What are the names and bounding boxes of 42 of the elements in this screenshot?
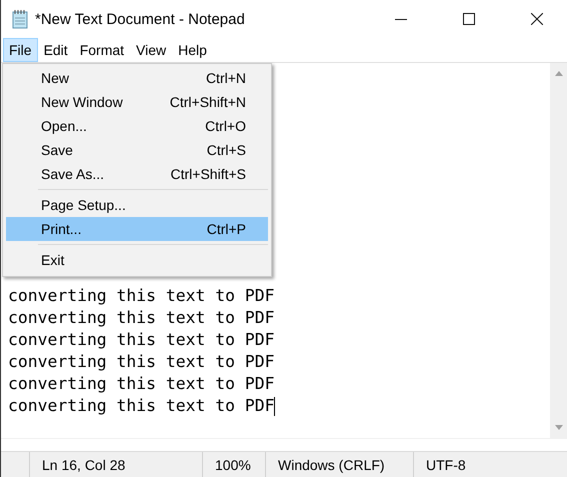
zoom-level: 100%: [202, 452, 265, 477]
text-line: converting this text to PDF: [8, 373, 276, 395]
shortcut-text: Ctrl+P: [206, 221, 246, 237]
menu-item[interactable]: Page Setup...: [6, 193, 268, 217]
text-cursor: [274, 396, 276, 416]
text-line: converting this text to PDF: [8, 351, 276, 373]
menu-item-label: Save As...: [41, 166, 104, 182]
menu-bar-item[interactable]: Format: [74, 38, 130, 62]
menu-item[interactable]: Save Ctrl+S: [6, 138, 268, 162]
notepad-icon: [11, 9, 29, 29]
menu-item-label: Exit: [41, 252, 64, 268]
encoding: UTF-8: [413, 452, 567, 477]
close-icon[interactable]: [531, 13, 543, 25]
line-endings: Windows (CRLF): [265, 452, 413, 477]
menu-item[interactable]: New Ctrl+N: [6, 66, 268, 90]
shortcut-text: Ctrl+Shift+S: [170, 166, 246, 182]
shortcut-text: Ctrl+S: [206, 142, 246, 158]
shortcut-text: Ctrl+O: [205, 118, 246, 134]
menu-item[interactable]: Print... Ctrl+P: [6, 217, 268, 241]
window-title: *New Text Document - Notepad: [35, 10, 245, 28]
menu-bar-item[interactable]: File: [3, 38, 38, 62]
menu-item-label: Open...: [41, 118, 87, 134]
menu-item-label: New: [41, 70, 70, 86]
menu-item[interactable]: Open... Ctrl+O: [6, 114, 268, 138]
shortcut-text: Ctrl+Shift+N: [170, 94, 246, 110]
text-line: converting this text to PDF: [8, 307, 276, 329]
menu-item[interactable]: New Window Ctrl+Shift+N: [6, 90, 268, 114]
text-line: converting this text to PDF: [8, 285, 276, 307]
shortcut-text: Ctrl+N: [206, 70, 246, 86]
menu-item-label: Print...: [41, 221, 82, 237]
menu-item-label: Save: [41, 142, 73, 158]
menu-item-label: New Window: [41, 94, 123, 110]
menu-item[interactable]: Save As... Ctrl+Shift+S: [6, 162, 268, 186]
menu-item[interactable]: Exit: [6, 248, 268, 272]
menu-bar-item[interactable]: Edit: [38, 38, 74, 62]
menu-bar-item[interactable]: View: [130, 38, 172, 62]
maximize-icon[interactable]: [463, 13, 475, 25]
text-line: converting this text to PDF: [8, 329, 276, 351]
cursor-position: Ln 16, Col 28: [29, 452, 202, 477]
menu-bar-item[interactable]: Help: [172, 38, 213, 62]
text-line: converting this text to PDF: [8, 395, 276, 417]
menu-item-label: Page Setup...: [41, 197, 126, 213]
